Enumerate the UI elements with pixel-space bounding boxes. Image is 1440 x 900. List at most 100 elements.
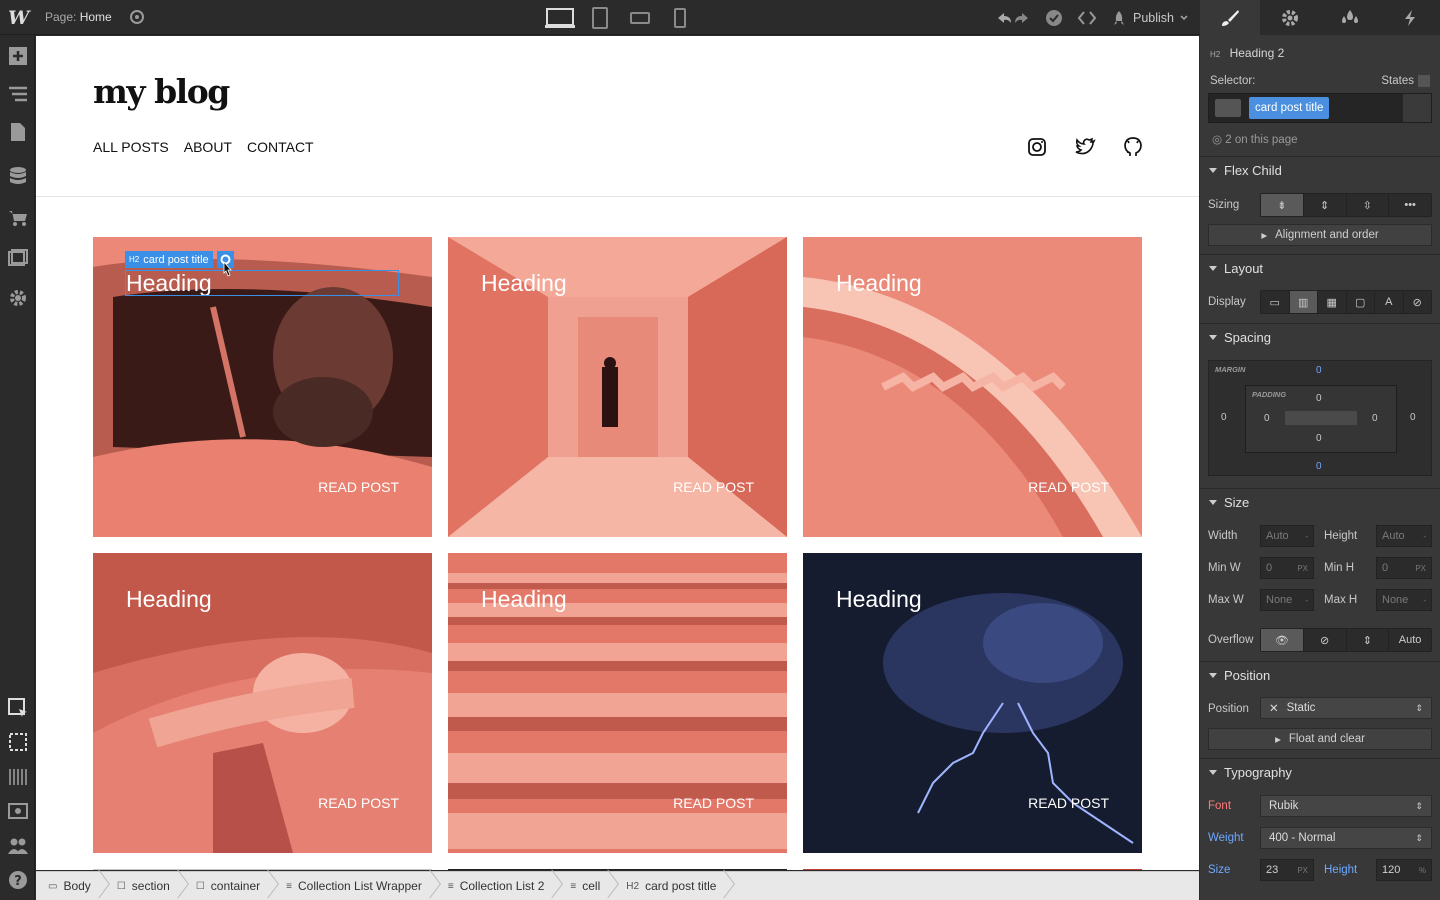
post-card[interactable]: Heading READ POST: [803, 553, 1142, 853]
display-block-icon[interactable]: ▭: [1261, 291, 1290, 313]
cms-database-icon[interactable]: [7, 165, 28, 186]
breadcrumb-collection-list-wrapper[interactable]: ≡ Collection List Wrapper: [274, 872, 436, 900]
breadcrumb-cell[interactable]: ≡ cell: [558, 872, 614, 900]
selector-menu-icon[interactable]: [1403, 94, 1431, 122]
padding-top-value[interactable]: 0: [1316, 393, 1322, 404]
font-size-input[interactable]: 23 PX: [1260, 859, 1314, 881]
class-chip-card-post-title[interactable]: card post title: [1249, 97, 1330, 119]
max-width-input[interactable]: None -: [1260, 589, 1314, 611]
margin-right-value[interactable]: 0: [1410, 412, 1416, 423]
breadcrumb-card-post-title[interactable]: H2 card post title: [614, 872, 730, 900]
section-typography-header[interactable]: Typography: [1200, 758, 1440, 786]
settings-gear-icon[interactable]: [7, 287, 28, 308]
width-input[interactable]: Auto -: [1260, 525, 1314, 547]
display-flex-icon[interactable]: ▥: [1289, 291, 1318, 313]
ecommerce-cart-icon[interactable]: [7, 207, 28, 228]
site-logo[interactable]: my blog: [93, 72, 230, 111]
shrink-if-needed-icon[interactable]: ⇟: [1261, 194, 1304, 216]
min-width-input[interactable]: 0 PX: [1260, 557, 1314, 579]
selected-element-tag[interactable]: H2 card post title: [125, 251, 213, 268]
card-post-title[interactable]: Heading: [836, 270, 922, 297]
read-post-link[interactable]: READ POST: [1028, 795, 1109, 811]
undo-redo-icon[interactable]: [995, 10, 1031, 26]
padding-left-value[interactable]: 0: [1264, 413, 1270, 424]
audit-check-icon[interactable]: [1045, 9, 1063, 27]
read-post-link[interactable]: READ POST: [1028, 479, 1109, 495]
display-grid-icon[interactable]: ▦: [1318, 291, 1347, 313]
post-card[interactable]: Heading READ POST: [803, 237, 1142, 537]
section-size-header[interactable]: Size: [1200, 488, 1440, 516]
webflow-logo[interactable]: W: [8, 7, 29, 29]
twitter-icon[interactable]: [1074, 136, 1096, 158]
section-flex-child-header[interactable]: Flex Child: [1200, 156, 1440, 184]
card-post-title[interactable]: Heading: [481, 586, 567, 613]
read-post-link[interactable]: READ POST: [673, 479, 754, 495]
help-question-icon[interactable]: ?: [7, 869, 28, 890]
guides-icon[interactable]: [7, 766, 28, 787]
collaborators-icon[interactable]: [7, 835, 28, 856]
margin-top-value[interactable]: 0: [1316, 365, 1322, 376]
pages-icon[interactable]: [7, 121, 28, 142]
tab-settings[interactable]: [1260, 0, 1320, 35]
nav-link-all-posts[interactable]: ALL POSTS: [93, 139, 169, 155]
section-position-header[interactable]: Position: [1200, 661, 1440, 689]
section-spacing-header[interactable]: Spacing: [1200, 323, 1440, 351]
add-panel-icon[interactable]: [7, 45, 28, 66]
show-boundaries-icon[interactable]: [7, 731, 28, 752]
preview-hidden-icon[interactable]: [7, 801, 28, 822]
tab-style[interactable]: [1200, 0, 1260, 35]
preview-eye-icon[interactable]: [128, 9, 146, 25]
overflow-auto-button[interactable]: Auto: [1389, 629, 1431, 651]
navigator-icon[interactable]: [7, 83, 28, 104]
post-card[interactable]: Heading READ POST: [448, 237, 787, 537]
card-post-title[interactable]: Heading: [481, 270, 567, 297]
post-card[interactable]: Heading READ POST H2 card post title: [93, 237, 432, 537]
margin-bottom-value[interactable]: 0: [1316, 461, 1322, 472]
breadcrumb-collection-list[interactable]: ≡ Collection List 2: [436, 872, 559, 900]
margin-left-value[interactable]: 0: [1221, 412, 1227, 423]
padding-bottom-value[interactable]: 0: [1316, 433, 1322, 444]
tab-interactions[interactable]: [1380, 0, 1440, 35]
read-post-link[interactable]: READ POST: [318, 795, 399, 811]
mobile-portrait-breakpoint-icon[interactable]: [660, 5, 700, 30]
height-input[interactable]: Auto -: [1376, 525, 1432, 547]
post-card[interactable]: Heading READ POST: [93, 553, 432, 853]
display-none-icon[interactable]: ⊘: [1404, 291, 1432, 313]
selector-field[interactable]: card post title: [1208, 93, 1432, 123]
code-export-icon[interactable]: [1077, 10, 1097, 26]
padding-right-value[interactable]: 0: [1372, 413, 1378, 424]
breadcrumb-section[interactable]: ☐ section: [105, 872, 184, 900]
publish-button[interactable]: Publish: [1111, 10, 1188, 26]
nav-link-about[interactable]: ABOUT: [184, 139, 232, 155]
line-height-input[interactable]: 120%: [1376, 859, 1432, 881]
overflow-hidden-icon[interactable]: ⊘: [1304, 629, 1347, 651]
nav-link-contact[interactable]: CONTACT: [247, 139, 314, 155]
design-canvas[interactable]: my blog ALL POSTS ABOUT CONTACT Heading …: [36, 36, 1199, 870]
alignment-and-order-button[interactable]: ▸ Alignment and order: [1208, 224, 1432, 246]
card-post-title[interactable]: Heading: [836, 586, 922, 613]
section-layout-header[interactable]: Layout: [1200, 254, 1440, 282]
github-icon[interactable]: [1122, 136, 1144, 158]
read-post-link[interactable]: READ POST: [673, 795, 754, 811]
display-inline-icon[interactable]: A: [1375, 291, 1404, 313]
read-post-link[interactable]: READ POST: [318, 479, 399, 495]
breadcrumb-body[interactable]: ▭ Body: [36, 872, 105, 900]
position-select[interactable]: ✕ Static ⇕: [1260, 697, 1432, 719]
post-card[interactable]: Heading READ POST: [448, 553, 787, 853]
float-and-clear-button[interactable]: ▸ Float and clear: [1208, 728, 1432, 750]
min-height-input[interactable]: 0 PX: [1376, 557, 1432, 579]
display-inline-block-icon[interactable]: ▢: [1347, 291, 1375, 313]
page-selector[interactable]: Page: Home: [45, 10, 112, 24]
font-select[interactable]: Rubik ⇕: [1260, 795, 1432, 817]
card-post-title[interactable]: Heading: [126, 586, 212, 613]
states-dropdown[interactable]: States: [1381, 75, 1430, 87]
dont-shrink-icon[interactable]: ⇳: [1347, 194, 1390, 216]
instagram-icon[interactable]: [1026, 136, 1048, 158]
select-element-icon[interactable]: [7, 697, 28, 718]
grow-if-possible-icon[interactable]: ⇕: [1304, 194, 1347, 216]
max-height-input[interactable]: None -: [1376, 589, 1432, 611]
breadcrumb-container[interactable]: ☐ container: [184, 872, 274, 900]
tablet-breakpoint-icon[interactable]: [580, 5, 620, 30]
mobile-landscape-breakpoint-icon[interactable]: [620, 5, 660, 30]
weight-select[interactable]: 400 - Normal ⇕: [1260, 827, 1432, 849]
